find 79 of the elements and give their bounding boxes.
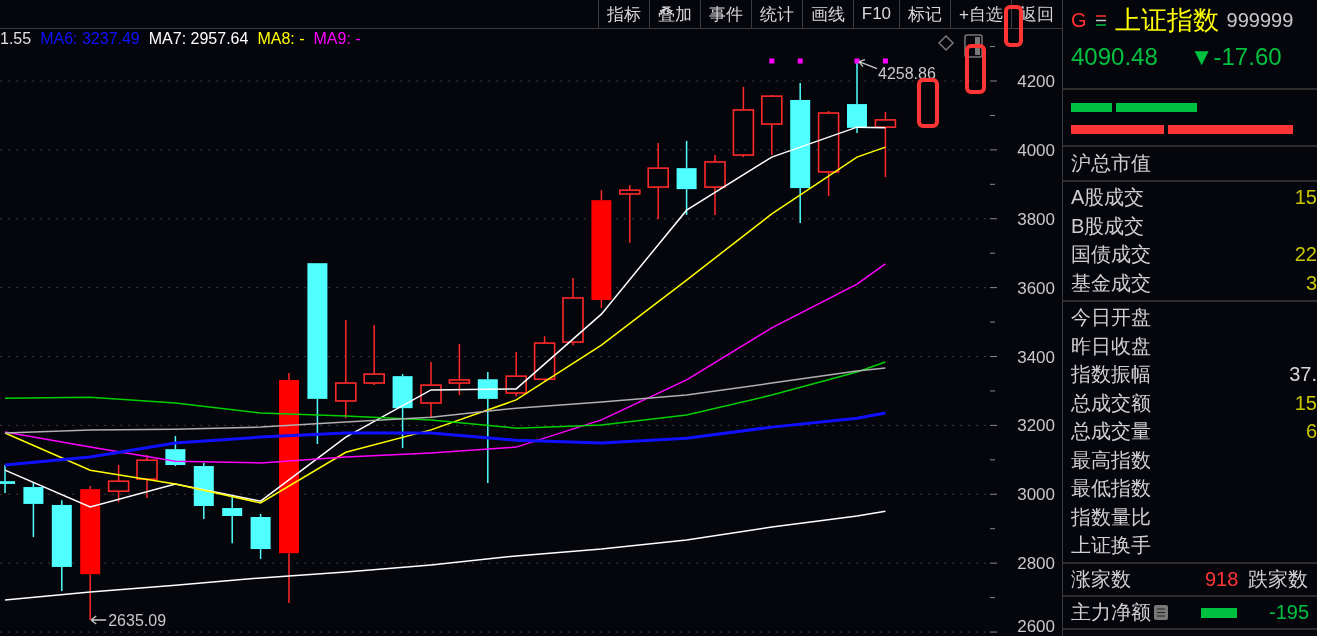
pointer-arrow xyxy=(858,59,878,70)
field-label: 指数振幅 xyxy=(1071,362,1151,388)
field-label: 沪总市值 xyxy=(1071,150,1151,176)
highlight-marker xyxy=(1004,5,1023,47)
field-label: 涨家数 xyxy=(1071,567,1131,592)
candlestick xyxy=(363,324,385,386)
index-code: 999999 xyxy=(1226,8,1294,32)
field-label: B股成交 xyxy=(1071,213,1145,239)
highlight-marker xyxy=(965,44,986,94)
signal-marker xyxy=(797,58,803,64)
candlestick xyxy=(761,94,783,156)
field-value: 3 xyxy=(1305,271,1317,295)
candlestick xyxy=(732,86,755,158)
axis-label: 2600 xyxy=(1017,617,1055,636)
field-label: A股成交 xyxy=(1071,185,1145,211)
index-name: 上证指数 xyxy=(1114,3,1219,37)
flag-label: G xyxy=(1071,8,1087,32)
field-label: 跌家数 xyxy=(1248,567,1309,592)
axis-label: 3800 xyxy=(1017,209,1055,229)
field-value: 15 xyxy=(1294,186,1317,210)
indicator-legend: MA7: 2957.64 xyxy=(148,30,249,48)
field-label: 主力净额 xyxy=(1071,600,1151,625)
field-label: 今日开盘 xyxy=(1071,305,1151,331)
field-label: 总成交额 xyxy=(1071,390,1151,416)
diamond-icon xyxy=(937,34,955,52)
candlestick xyxy=(136,454,158,499)
advancers-count: 918 xyxy=(1205,568,1239,591)
panel-toggle-icon xyxy=(964,34,983,58)
field-label: 上证换手 xyxy=(1071,533,1151,559)
axis-label: 3600 xyxy=(1017,278,1055,298)
field-value: 6 xyxy=(1305,420,1317,444)
highlight-marker xyxy=(917,78,939,128)
axis-label: 4000 xyxy=(1017,140,1055,160)
field-value: 22 xyxy=(1294,243,1317,267)
candlestick xyxy=(448,343,471,396)
axis-label: 3400 xyxy=(1017,347,1055,367)
candlestick xyxy=(505,351,527,397)
candlestick xyxy=(250,513,271,560)
candlestick xyxy=(874,111,897,178)
indicator-legend: 1.55 xyxy=(0,30,32,48)
price-annotation: 4258.86 xyxy=(878,64,936,82)
field-label: 基金成交 xyxy=(1071,270,1151,296)
candlestick xyxy=(562,277,584,346)
field-label: 国债成交 xyxy=(1071,242,1151,268)
field-label: 指数量比 xyxy=(1071,504,1151,530)
candlestick xyxy=(0,464,15,494)
field-label: 昨日收盘 xyxy=(1071,333,1151,359)
net-flow-bar xyxy=(1201,607,1237,618)
indicator-legend: MA6: 3237.49 xyxy=(40,30,140,48)
candlestick xyxy=(533,335,556,383)
candlestick xyxy=(704,154,726,216)
field-value: 15 xyxy=(1294,391,1317,415)
candlestick xyxy=(165,435,186,467)
list-icon[interactable] xyxy=(1153,604,1169,621)
candlestick xyxy=(193,462,214,520)
candlestick xyxy=(420,361,442,419)
candlestick xyxy=(619,184,641,244)
axis-label: 4200 xyxy=(1017,72,1055,91)
last-price: 4090.48 xyxy=(1071,43,1158,71)
net-flow-value: -195 xyxy=(1269,601,1310,624)
price-annotation: 2635.09 xyxy=(108,612,167,629)
candlestick xyxy=(107,464,130,503)
indicator-legend: MA9: - xyxy=(313,30,361,48)
candlestick xyxy=(222,494,243,544)
field-label: 最低指数 xyxy=(1071,476,1151,502)
field-label: 最高指数 xyxy=(1071,447,1151,473)
price-change: ▼-17.60 xyxy=(1189,43,1282,71)
axis-label: 3200 xyxy=(1017,416,1055,436)
signal-marker xyxy=(854,58,860,64)
axis-label: 2800 xyxy=(1017,554,1055,574)
signal-marker xyxy=(769,58,775,64)
field-value: 37. xyxy=(1289,363,1317,387)
signal-marker xyxy=(882,58,888,64)
candlestick xyxy=(23,482,44,538)
menu-icon[interactable] xyxy=(1094,13,1107,27)
pointer-arrow xyxy=(90,615,107,625)
field-label: 总成交量 xyxy=(1071,419,1151,445)
axis-label: 3000 xyxy=(1017,485,1055,505)
indicator-legend: MA8: - xyxy=(257,30,305,48)
